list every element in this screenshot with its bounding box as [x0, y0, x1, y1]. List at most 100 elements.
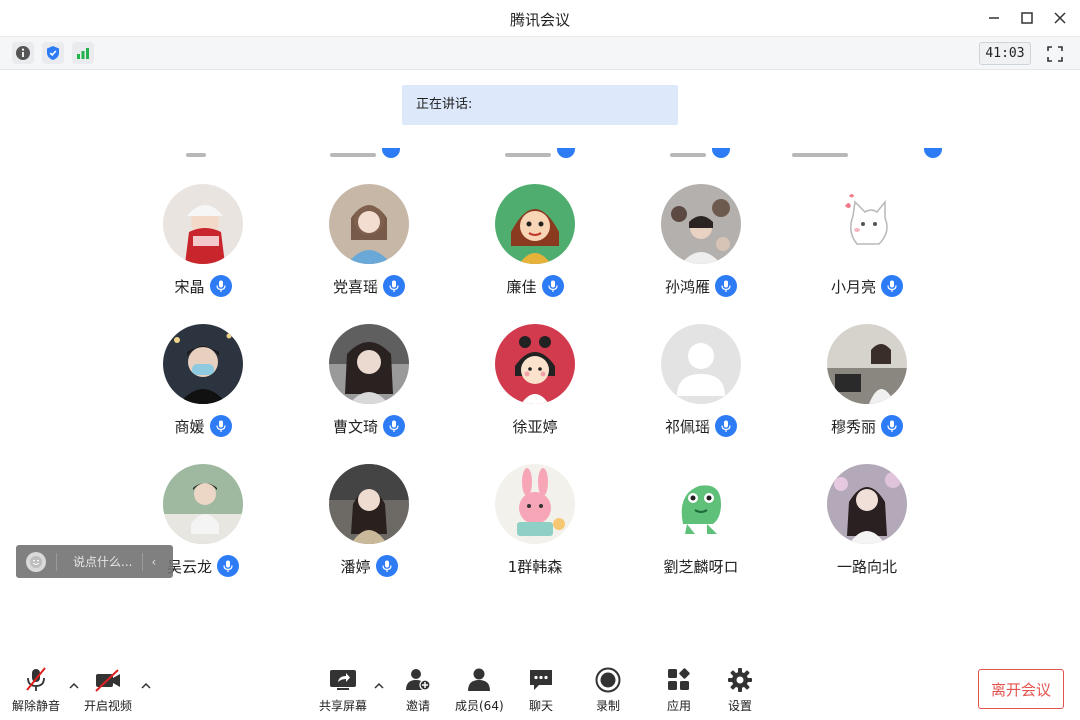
- settings-label: 设置: [727, 699, 752, 713]
- video-options-caret[interactable]: [140, 680, 152, 692]
- avatar: [163, 464, 243, 544]
- participant-tile[interactable]: 宋晶: [120, 184, 286, 304]
- emoji-icon[interactable]: [26, 551, 46, 572]
- close-button[interactable]: [1050, 8, 1070, 28]
- avatar: [329, 184, 409, 264]
- partial-item: [792, 140, 942, 158]
- participant-name-row: 商媛: [174, 414, 232, 438]
- speaking-mic-badge: [881, 275, 903, 297]
- participant-tile[interactable]: 劉芝麟呀ロ: [618, 464, 784, 584]
- participant-name-row: 劉芝麟呀ロ: [663, 554, 738, 578]
- avatar: [661, 324, 741, 404]
- speaking-mic-badge: [881, 415, 903, 437]
- record-label: 录制: [595, 699, 620, 713]
- leave-meeting-button[interactable]: 离开会议: [978, 669, 1064, 709]
- participant-tile[interactable]: 潘婷: [286, 464, 452, 584]
- audio-options-caret[interactable]: [68, 680, 80, 692]
- participant-tile[interactable]: 穆秀丽: [784, 324, 950, 444]
- avatar: [661, 184, 741, 264]
- participant-name-row: 吴云龙: [167, 554, 239, 578]
- start-video-button[interactable]: 开启视频: [84, 666, 132, 714]
- start-video-label: 开启视频: [84, 699, 133, 713]
- meeting-timer: 41:03: [979, 42, 1031, 65]
- chevron-up-icon: [69, 682, 79, 689]
- participant-tile[interactable]: 商媛: [120, 324, 286, 444]
- maximize-button[interactable]: [1017, 8, 1037, 28]
- mic-icon: [721, 420, 731, 432]
- participant-name-row: 祁佩瑶: [665, 414, 737, 438]
- participant-tile[interactable]: 孙鸿雁: [618, 184, 784, 304]
- avatar: [329, 464, 409, 544]
- camera-off-icon: [95, 669, 120, 692]
- avatar: [329, 324, 409, 404]
- share-screen-button[interactable]: 共享屏幕: [319, 666, 367, 714]
- participant-name: 徐亚婷: [512, 417, 558, 436]
- speaking-mic-badge: [209, 275, 232, 297]
- avatar: [163, 324, 243, 404]
- share-screen-label: 共享屏幕: [319, 699, 368, 713]
- participant-tile[interactable]: 徐亚婷: [452, 324, 618, 444]
- participant-name: 小月亮: [830, 277, 876, 296]
- chat-bubble-icon: [530, 670, 552, 690]
- members-button[interactable]: 成员(64): [455, 666, 504, 714]
- participant-tile[interactable]: 祁佩瑶: [618, 324, 784, 444]
- record-button[interactable]: 录制: [593, 666, 623, 714]
- participant-name: 曹文琦: [332, 417, 378, 436]
- chat-placeholder: 说点什么...: [73, 555, 133, 569]
- mic-icon: [381, 560, 392, 572]
- unmute-button[interactable]: 解除静音: [12, 666, 60, 714]
- chevron-up-icon: [374, 682, 384, 689]
- participant-name-row: 一路向北: [837, 554, 897, 578]
- chat-quick-input[interactable]: 说点什么... ‹: [16, 545, 173, 578]
- members-label: 成员(64): [455, 699, 504, 713]
- participant-tile[interactable]: 一路向北: [784, 464, 950, 584]
- speaking-mic-badge: [383, 275, 405, 297]
- partial-item: [670, 140, 730, 158]
- partial-item: [186, 140, 206, 158]
- share-options-caret[interactable]: [373, 680, 385, 692]
- participant-name-row: 徐亚婷: [512, 414, 557, 438]
- mic-icon: [547, 280, 558, 292]
- participant-tile[interactable]: 廉佳: [452, 184, 618, 304]
- add-user-icon: [406, 669, 431, 691]
- collapse-chevron-icon[interactable]: ‹: [151, 555, 156, 569]
- avatar: [827, 464, 907, 544]
- speaking-mic-badge: [375, 555, 398, 577]
- participant-tile[interactable]: 党喜瑶: [286, 184, 452, 304]
- participant-name: 廉佳: [506, 277, 537, 296]
- apps-button[interactable]: 应用: [664, 666, 694, 714]
- participant-name: 1群韩森: [507, 557, 563, 576]
- settings-button[interactable]: 设置: [725, 666, 755, 714]
- chat-button[interactable]: 聊天: [526, 666, 556, 714]
- partial-item: [330, 140, 400, 158]
- signal-icon: [77, 48, 89, 59]
- speaking-mic-badge: [383, 415, 405, 437]
- shield-icon: [47, 46, 59, 60]
- minimize-button[interactable]: [984, 8, 1004, 28]
- participant-tile[interactable]: 小月亮: [784, 184, 950, 304]
- avatar: [163, 184, 243, 264]
- meeting-info-button[interactable]: [12, 42, 34, 64]
- partial-item: [505, 140, 575, 158]
- speaking-mic-badge: [217, 555, 239, 577]
- participant-name: 吴云龙: [166, 557, 212, 576]
- participant-name-row: 曹文琦: [333, 414, 405, 438]
- participant-tile[interactable]: 曹文琦: [286, 324, 452, 444]
- participant-name-row: 廉佳: [506, 274, 564, 298]
- security-button[interactable]: [42, 42, 64, 64]
- participant-name: 潘婷: [340, 557, 371, 576]
- mic-icon: [887, 280, 897, 292]
- invite-button[interactable]: 邀请: [403, 666, 433, 714]
- chevron-up-icon: [141, 682, 151, 689]
- participant-tile[interactable]: 1群韩森: [452, 464, 618, 584]
- avatar: [495, 324, 575, 404]
- mic-icon: [389, 420, 399, 432]
- mic-muted-icon: [26, 667, 46, 691]
- apps-label: 应用: [666, 699, 691, 713]
- share-screen-icon: [330, 670, 356, 690]
- chat-label: 聊天: [528, 699, 553, 713]
- fullscreen-button[interactable]: [1044, 43, 1066, 65]
- avatar: [495, 464, 575, 544]
- fullscreen-icon: [1047, 46, 1063, 62]
- network-button[interactable]: [72, 42, 94, 64]
